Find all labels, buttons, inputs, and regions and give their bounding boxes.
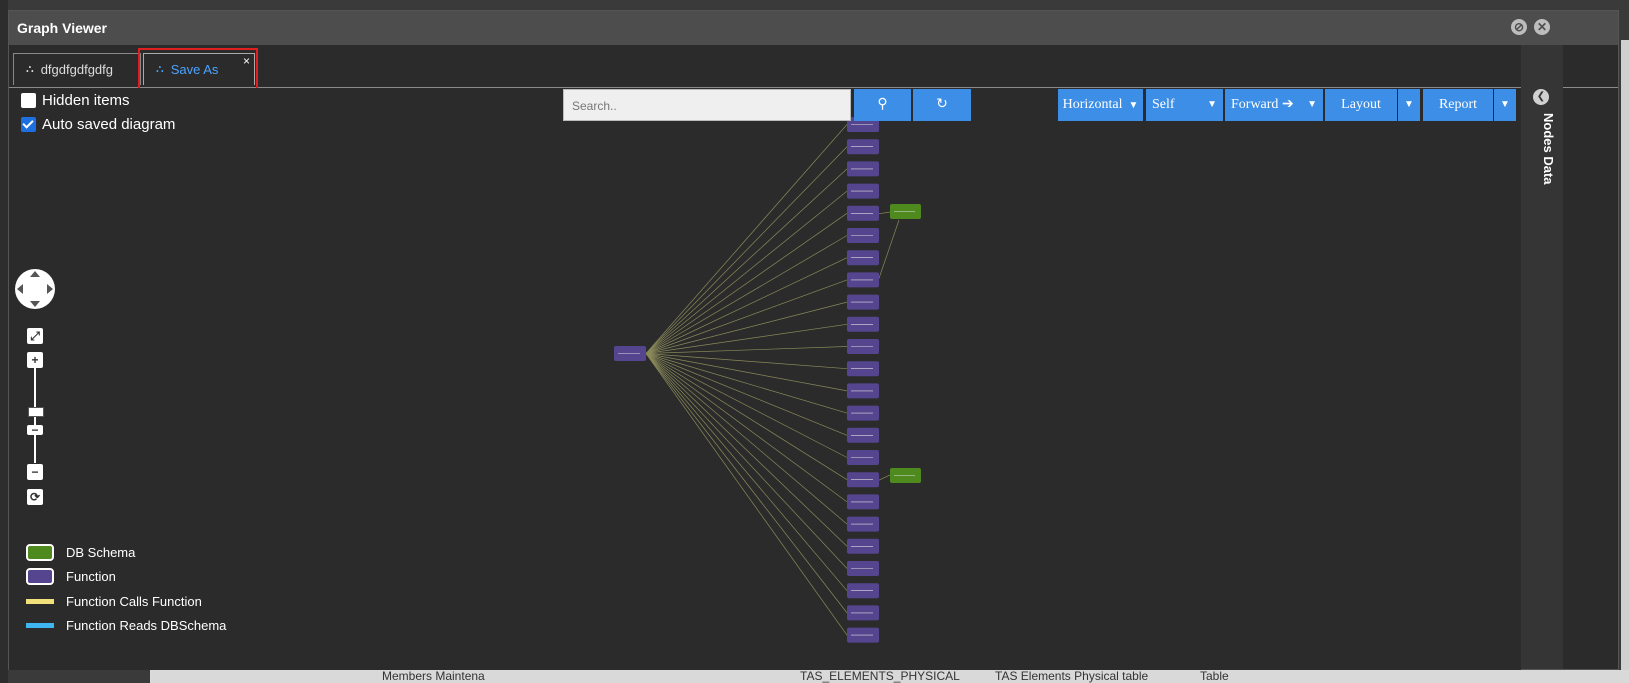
hidden-items-option[interactable]: Hidden items — [21, 92, 130, 109]
report-dropdown-icon[interactable]: ▼ — [1494, 89, 1516, 121]
legend-swatch — [26, 623, 54, 628]
call-edge — [645, 353, 848, 503]
call-edge — [645, 353, 848, 636]
tab-save-as[interactable]: ⛬ Save As × — [143, 53, 255, 85]
pan-control[interactable] — [15, 269, 55, 309]
call-edge — [645, 346, 848, 354]
chevron-down-icon: ▼ — [1307, 99, 1317, 110]
layout-dropdown-icon[interactable]: ▼ — [1398, 89, 1420, 121]
legend-function: Function — [26, 568, 116, 585]
background-right-strip — [1621, 40, 1629, 680]
search-button[interactable]: ⚲ — [854, 89, 911, 121]
pan-left-icon[interactable] — [17, 284, 23, 294]
scope-label: Self — [1152, 97, 1175, 112]
report-button[interactable]: Report — [1423, 89, 1493, 121]
auto-saved-option[interactable]: Auto saved diagram — [21, 116, 175, 133]
tab-bar: ⛬ dfgdfgdfgdfg ⛬ Save As × — [9, 45, 1618, 88]
legend-swatch — [26, 544, 54, 561]
call-edge — [645, 146, 848, 354]
orientation-label: Horizontal — [1062, 97, 1123, 112]
background-cell: TAS_ELEMENTS_PHYSICAL — [800, 669, 960, 683]
pan-up-icon[interactable] — [30, 271, 40, 277]
call-edge — [645, 353, 848, 591]
search-icon: ⚲ — [877, 97, 888, 112]
tab-dfgdfgdfgdfg[interactable]: ⛬ dfgdfgdfgdfg — [13, 53, 141, 85]
call-edge — [645, 168, 848, 354]
tab-close-icon[interactable]: × — [243, 54, 250, 68]
call-edge — [645, 353, 848, 436]
sitemap-icon: ⛬ — [156, 63, 164, 75]
layout-button[interactable]: Layout — [1325, 89, 1397, 121]
call-edge — [645, 213, 848, 354]
direction-select[interactable]: Forward ➔ ▼ — [1225, 89, 1323, 121]
call-edge — [645, 353, 848, 414]
scope-select[interactable]: Self ▼ — [1146, 89, 1223, 121]
close-icon[interactable]: ✕ — [1534, 19, 1550, 35]
hidden-items-label: Hidden items — [42, 92, 130, 109]
window-title: Graph Viewer — [17, 20, 108, 36]
legend-function-calls-function: Function Calls Function — [26, 594, 202, 609]
background-table-row: Members Maintena TAS_ELEMENTS_PHYSICAL T… — [150, 669, 1629, 683]
zoom-out-icon[interactable]: − — [27, 464, 43, 480]
modal-titlebar[interactable]: Graph Viewer ⊘ ✕ — [9, 11, 1618, 45]
legend-label: Function Calls Function — [66, 594, 202, 609]
legend-label: Function Reads DBSchema — [66, 618, 227, 633]
background-cell: TAS Elements Physical table — [995, 669, 1149, 683]
legend-label: DB Schema — [66, 545, 136, 560]
call-edge — [645, 353, 848, 614]
tab-label: dfgdfgdfgdfg — [40, 62, 113, 77]
legend-function-reads-dbschema: Function Reads DBSchema — [26, 618, 226, 633]
reset-view-icon[interactable]: ⟳ — [27, 489, 43, 505]
pan-down-icon[interactable] — [30, 301, 40, 307]
tab-label: Save As — [170, 62, 219, 77]
call-edge — [645, 235, 848, 354]
reads-edge — [878, 211, 891, 215]
reads-edge — [878, 219, 900, 279]
call-edge — [645, 353, 848, 525]
refresh-button[interactable]: ↻ — [913, 89, 971, 121]
zoom-slider-knob[interactable] — [28, 407, 44, 417]
call-edge — [645, 353, 848, 458]
legend-label: Function — [66, 569, 116, 584]
background-cell: Members Maintena — [382, 669, 485, 683]
graph-viewer-modal: Graph Viewer ⊘ ✕ ⛬ dfgdfgdfgdfg ⛬ Save A… — [8, 10, 1619, 670]
legend-swatch — [26, 599, 54, 604]
refresh-icon: ↻ — [936, 97, 948, 112]
chevron-left-icon[interactable]: ❮ — [1533, 89, 1549, 105]
call-edge — [645, 279, 848, 354]
reads-edge — [878, 474, 891, 481]
graph-svg[interactable] — [9, 88, 1521, 670]
call-edge — [645, 353, 848, 547]
call-edge — [645, 301, 848, 354]
graph-canvas[interactable]: Hidden items Auto saved diagram Search..… — [9, 88, 1521, 670]
minimize-icon[interactable]: ⊘ — [1511, 19, 1527, 35]
direction-label: Forward — [1231, 97, 1279, 112]
hidden-items-checkbox[interactable] — [21, 93, 36, 108]
chevron-down-icon: ▼ — [1207, 99, 1217, 110]
nodes-data-label[interactable]: Nodes Data — [1526, 113, 1556, 185]
search-input[interactable]: Search.. — [563, 89, 851, 121]
background-left-strip — [0, 0, 8, 683]
zoom-in-icon[interactable]: + — [27, 352, 43, 368]
background-cell: Table — [1200, 669, 1229, 683]
pan-right-icon[interactable] — [47, 284, 53, 294]
nodes-data-panel[interactable]: ❮ Nodes Data — [1521, 45, 1563, 669]
call-edge — [645, 124, 848, 354]
call-edge — [645, 353, 848, 370]
auto-saved-label: Auto saved diagram — [42, 116, 176, 133]
arrow-right-icon: ➔ — [1281, 97, 1294, 112]
auto-saved-checkbox[interactable] — [21, 117, 36, 132]
legend-db-schema: DB Schema — [26, 544, 135, 561]
orientation-select[interactable]: Horizontal ▼ — [1058, 89, 1143, 121]
sitemap-icon: ⛬ — [26, 63, 34, 75]
zoom-level-marker[interactable]: − — [27, 424, 43, 436]
fit-screen-icon[interactable]: ⤢ — [27, 328, 43, 344]
legend-swatch — [26, 568, 54, 585]
chevron-down-icon: ▼ — [1128, 100, 1139, 111]
